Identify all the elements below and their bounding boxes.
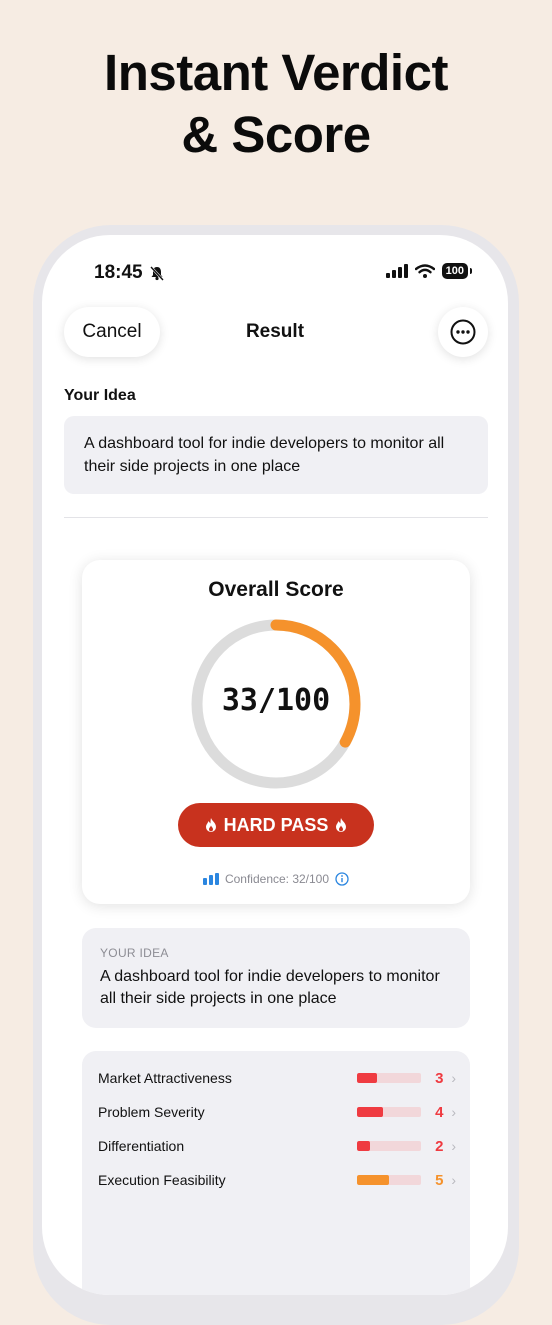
- metrics-card: Market Attractiveness 3 › Problem Severi…: [82, 1051, 470, 1295]
- score-title: Overall Score: [208, 578, 344, 601]
- confidence-row: Confidence: 32/100: [82, 872, 470, 886]
- divider: [64, 517, 488, 518]
- metric-score: 2: [435, 1137, 444, 1155]
- metric-score: 5: [435, 1171, 444, 1189]
- metric-score: 3: [435, 1069, 444, 1087]
- metric-bar: [357, 1073, 422, 1083]
- chevron-right-icon: ›: [451, 1104, 456, 1120]
- idea-text-box: A dashboard tool for indie developers to…: [64, 416, 488, 494]
- metric-row-execution-feasibility[interactable]: Execution Feasibility 5 ›: [98, 1163, 456, 1197]
- chevron-right-icon: ›: [451, 1070, 456, 1086]
- chevron-right-icon: ›: [451, 1138, 456, 1154]
- cellular-signal-icon: [385, 264, 408, 278]
- chevron-right-icon: ›: [451, 1172, 456, 1188]
- headline-line-1: Instant Verdict: [104, 44, 448, 101]
- score-value: 33/100: [221, 683, 331, 718]
- metric-bar: [357, 1175, 422, 1185]
- idea-card-text: A dashboard tool for indie developers to…: [100, 968, 440, 1007]
- your-idea-label: Your Idea: [64, 387, 136, 404]
- metric-name: Market Attractiveness: [98, 1070, 232, 1086]
- ellipsis-circle-icon: [450, 319, 476, 345]
- info-icon[interactable]: [335, 872, 349, 886]
- metric-bar-fill: [357, 1141, 371, 1151]
- metric-row-problem-severity[interactable]: Problem Severity 4 ›: [98, 1095, 456, 1129]
- metric-name: Differentiation: [98, 1138, 185, 1154]
- status-icons: 100: [385, 263, 473, 279]
- flame-icon: [205, 818, 216, 832]
- metric-bar: [357, 1141, 422, 1151]
- verdict-text: HARD PASS: [223, 814, 329, 835]
- verdict-badge: HARD PASS: [178, 803, 374, 847]
- confidence-text: Confidence: 32/100: [224, 872, 330, 886]
- more-button[interactable]: [438, 307, 488, 357]
- metric-row-market-attractiveness[interactable]: Market Attractiveness 3 ›: [98, 1061, 456, 1095]
- idea-summary-card: YOUR IDEA A dashboard tool for indie dev…: [82, 928, 470, 1028]
- metric-score: 4: [435, 1103, 444, 1121]
- flame-icon: [336, 818, 347, 832]
- metric-name: Execution Feasibility: [98, 1172, 226, 1188]
- metric-name: Problem Severity: [98, 1104, 205, 1120]
- metric-bar-fill: [357, 1073, 377, 1083]
- metric-row-differentiation[interactable]: Differentiation 2 ›: [98, 1129, 456, 1163]
- status-time-text: 18:45: [94, 262, 143, 283]
- idea-card-label: YOUR IDEA: [100, 946, 169, 960]
- metric-bar: [357, 1107, 422, 1117]
- silent-bell-icon: [149, 266, 164, 281]
- metric-bar-fill: [357, 1107, 383, 1117]
- phone-screen: 18:45 100 Cancel Result Your Idea A dash…: [42, 235, 508, 1295]
- metric-bar-fill: [357, 1175, 390, 1185]
- wifi-icon: [414, 264, 435, 278]
- headline: Instant Verdict & Score: [0, 42, 552, 166]
- bar-chart-icon: [202, 873, 219, 885]
- score-card: Overall Score 33/100 HARD PASS Confidenc: [82, 560, 470, 904]
- headline-line-2: & Score: [181, 106, 371, 163]
- battery-icon: 100: [441, 263, 473, 279]
- status-time: 18:45: [94, 262, 165, 284]
